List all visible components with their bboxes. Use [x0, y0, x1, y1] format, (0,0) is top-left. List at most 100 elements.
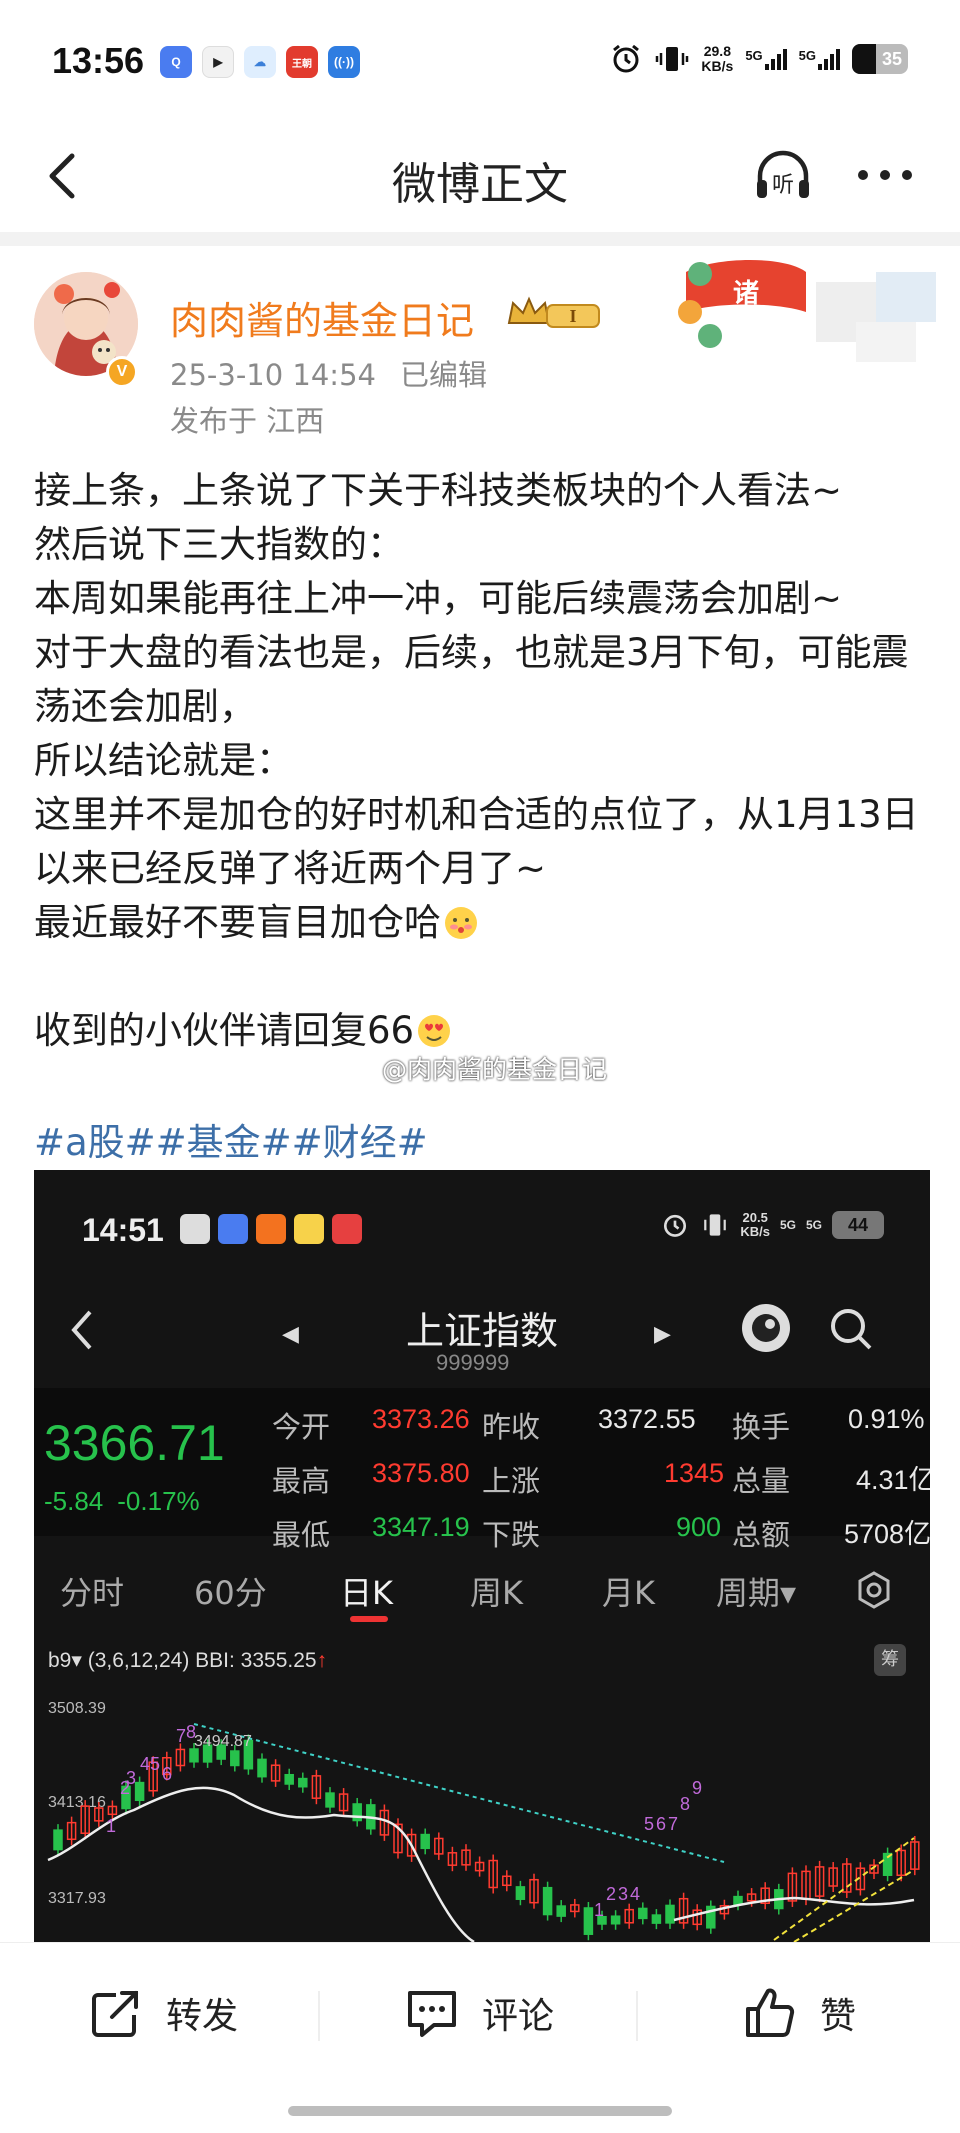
video-app-icon: ▶	[202, 46, 234, 78]
svg-text:7: 7	[668, 1814, 678, 1834]
shot-network-speed: 20.5 KB/s	[740, 1210, 770, 1239]
alarm-icon	[613, 44, 640, 73]
candle-body	[515, 1886, 526, 1900]
post-line: 这里并不是加仓的好时机和合适的点位了，从1月13日以来已经反弹了将近两个月了~	[34, 793, 919, 890]
shot-status-indicators: 20.5 KB/s 5G 5G 44	[660, 1210, 884, 1240]
battery-icon: 35	[852, 44, 908, 74]
post-meta: 25-3-10 14:54 已编辑	[170, 352, 487, 394]
svg-text:6: 6	[656, 1814, 666, 1834]
post-location: 发布于 江西	[170, 404, 325, 438]
member-level-crown-icon[interactable]: I	[505, 293, 603, 333]
shot-net1: 5G	[779, 1218, 796, 1232]
svg-text:8: 8	[680, 1794, 690, 1814]
candle-body	[134, 1781, 145, 1802]
attached-stock-screenshot[interactable]: 14:51 20.5 KB/s 5G 5G 44 ◀ 上证指数 999999 ▶ …	[34, 1170, 930, 1942]
repost-icon	[92, 1991, 138, 2037]
candle-body	[651, 1914, 662, 1924]
decoration-card-image: 诸	[678, 260, 936, 362]
repost-button[interactable]: 转发	[86, 1983, 238, 2043]
shot-news-app-icon	[332, 1214, 362, 1244]
weibo-logo-icon	[347, 1058, 374, 1080]
shot-quote-panel: 3366.71 -5.84 -0.17% 今开 3373.26 昨收 3372.5…	[34, 1388, 930, 1552]
shot-tab: 月K	[602, 1574, 655, 1612]
svg-text:I: I	[569, 306, 576, 326]
shot-prev-icon: ◀	[282, 1322, 299, 1347]
more-options-icon[interactable]	[852, 150, 918, 200]
shot-game-app-icon	[294, 1214, 324, 1244]
shot-current-price: 3366.71	[44, 1415, 225, 1471]
post-content: 接上条，上条说了下关于科技类板块的个人看法~ 然后说下三大指数的： 本周如果能再…	[34, 464, 934, 1058]
shot-back-icon	[71, 1310, 92, 1350]
candle-body	[542, 1886, 553, 1916]
username[interactable]: 肉肉酱的基金日记	[170, 290, 474, 345]
candle-body	[230, 1750, 240, 1767]
listen-headphones-icon[interactable]: 听	[752, 146, 814, 208]
like-button[interactable]: 赞	[740, 1983, 856, 2043]
like-label: 赞	[820, 1996, 857, 2037]
signal-1: 5G	[745, 48, 787, 70]
kiss-emoji-icon	[445, 907, 477, 939]
svg-text:2: 2	[606, 1884, 616, 1904]
shot-tab: 60分	[194, 1574, 267, 1612]
home-indicator[interactable]	[288, 2106, 672, 2116]
separator	[0, 232, 960, 246]
shot-tab: 周期▾	[716, 1574, 797, 1612]
shot-vibrate-icon	[704, 1214, 727, 1236]
hashtags[interactable]: #a股##基金##财经#	[34, 1112, 428, 1166]
shot-status-time: 14:51	[82, 1212, 164, 1248]
nfc-app-icon: ((·))	[328, 46, 360, 78]
comment-label: 评论	[482, 1996, 555, 2037]
nav-bar: 微博正文 听	[0, 120, 960, 232]
comment-icon	[408, 1991, 456, 2037]
candle-body	[53, 1829, 63, 1851]
svg-text:听: 听	[772, 173, 794, 198]
shot-search-icon	[831, 1309, 872, 1350]
svg-text:4: 4	[140, 1754, 150, 1774]
svg-text:4: 4	[630, 1884, 640, 1904]
post-line: 本周如果能再往上冲一冲，可能后续震荡会加剧~	[34, 577, 843, 620]
candle-body	[733, 1895, 743, 1906]
shot-shop-app-icon	[256, 1214, 286, 1244]
search-app-icon: Q	[160, 46, 192, 78]
comment-button[interactable]: 评论	[402, 1983, 554, 2043]
status-time: 13:56	[52, 40, 145, 81]
signal-2: 5G	[799, 48, 840, 70]
candle-body	[257, 1758, 267, 1778]
heart-eyes-emoji-icon	[418, 1015, 451, 1047]
status-app-icons: Q ▶ ☁ 王朝 ((·))	[160, 46, 360, 78]
candle-body	[284, 1773, 294, 1785]
shot-price-change: -5.84 -0.17%	[44, 1486, 200, 1516]
page-title: 微博正文	[392, 159, 568, 210]
shot-net2: 5G	[805, 1218, 822, 1232]
candle-body	[556, 1905, 566, 1917]
post-line: 接上条，上条说了下关于科技类板块的个人看法~	[34, 469, 843, 512]
network-speed: 29.8 KB/s	[701, 43, 734, 74]
edited-label[interactable]: 已编辑	[400, 358, 487, 392]
image-watermark: @肉肉酱的基金日记	[346, 1050, 607, 1086]
candle-body	[325, 1792, 335, 1808]
post-timestamp: 25-3-10 14:54	[170, 358, 376, 392]
shot-period-tabs: 分时 60分 日K 周K 月K 周期▾	[34, 1550, 930, 1626]
shot-alarm-icon	[664, 1214, 687, 1237]
shot-tab: 分时	[60, 1574, 125, 1612]
svg-text:诸: 诸	[733, 279, 759, 309]
shot-search-app-icon	[218, 1214, 248, 1244]
post-line: 所以结论就是：	[34, 739, 293, 782]
shot-index-title: 上证指数	[406, 1309, 559, 1353]
candle-body	[189, 1748, 199, 1763]
action-divider	[318, 1991, 320, 2041]
candle-body	[610, 1915, 621, 1925]
repost-label: 转发	[166, 1996, 239, 2037]
wangchao-app-icon: 王朝	[286, 46, 318, 78]
svg-text:3: 3	[618, 1884, 628, 1904]
svg-text:3: 3	[126, 1768, 136, 1788]
svg-text:7: 7	[176, 1726, 186, 1746]
shot-video-app-icon	[180, 1214, 210, 1244]
post-line: 然后说下三大指数的：	[34, 523, 404, 566]
svg-text:5: 5	[150, 1754, 160, 1774]
shot-tab: 周K	[470, 1574, 523, 1612]
candle-body	[665, 1904, 675, 1924]
shot-index-code: 999999	[436, 1350, 510, 1375]
signal-bars-icon	[818, 48, 840, 70]
svg-text:6: 6	[162, 1764, 172, 1784]
